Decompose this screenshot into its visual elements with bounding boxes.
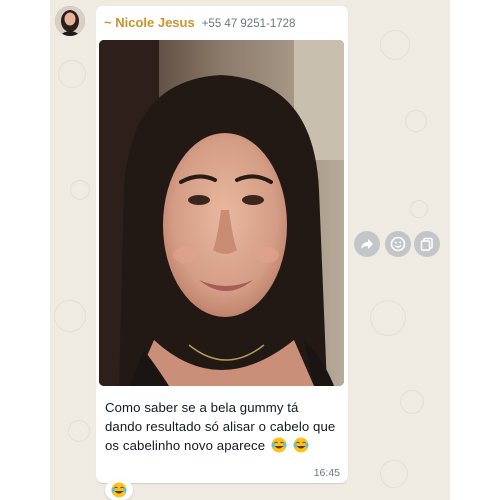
- sender-row: ~ Nicole Jesus +55 47 9251-1728: [104, 15, 342, 31]
- react-emoji-icon: [390, 236, 406, 252]
- message-text: Como saber se a bela gummy tá dando resu…: [105, 400, 336, 453]
- sender-avatar[interactable]: [55, 6, 85, 36]
- face-with-tears-of-joy-icon: [111, 482, 127, 498]
- sender-phone: +55 47 9251-1728: [201, 18, 296, 30]
- forward-icon: [361, 239, 373, 249]
- copy-icon: [420, 237, 433, 251]
- message-time: 16:45: [313, 467, 340, 479]
- react-button[interactable]: [385, 231, 411, 257]
- forward-button[interactable]: [354, 231, 380, 257]
- face-with-tears-of-joy-icon: [293, 437, 309, 453]
- message-photo[interactable]: [99, 40, 344, 386]
- sender-name[interactable]: ~ Nicole Jesus: [104, 15, 195, 30]
- message-bubble[interactable]: ~ Nicole Jesus +55 47 9251-1728 Como sab…: [96, 6, 348, 483]
- face-with-tears-of-joy-icon: [271, 437, 287, 453]
- message-reaction[interactable]: [105, 480, 133, 500]
- copy-button[interactable]: [414, 231, 440, 257]
